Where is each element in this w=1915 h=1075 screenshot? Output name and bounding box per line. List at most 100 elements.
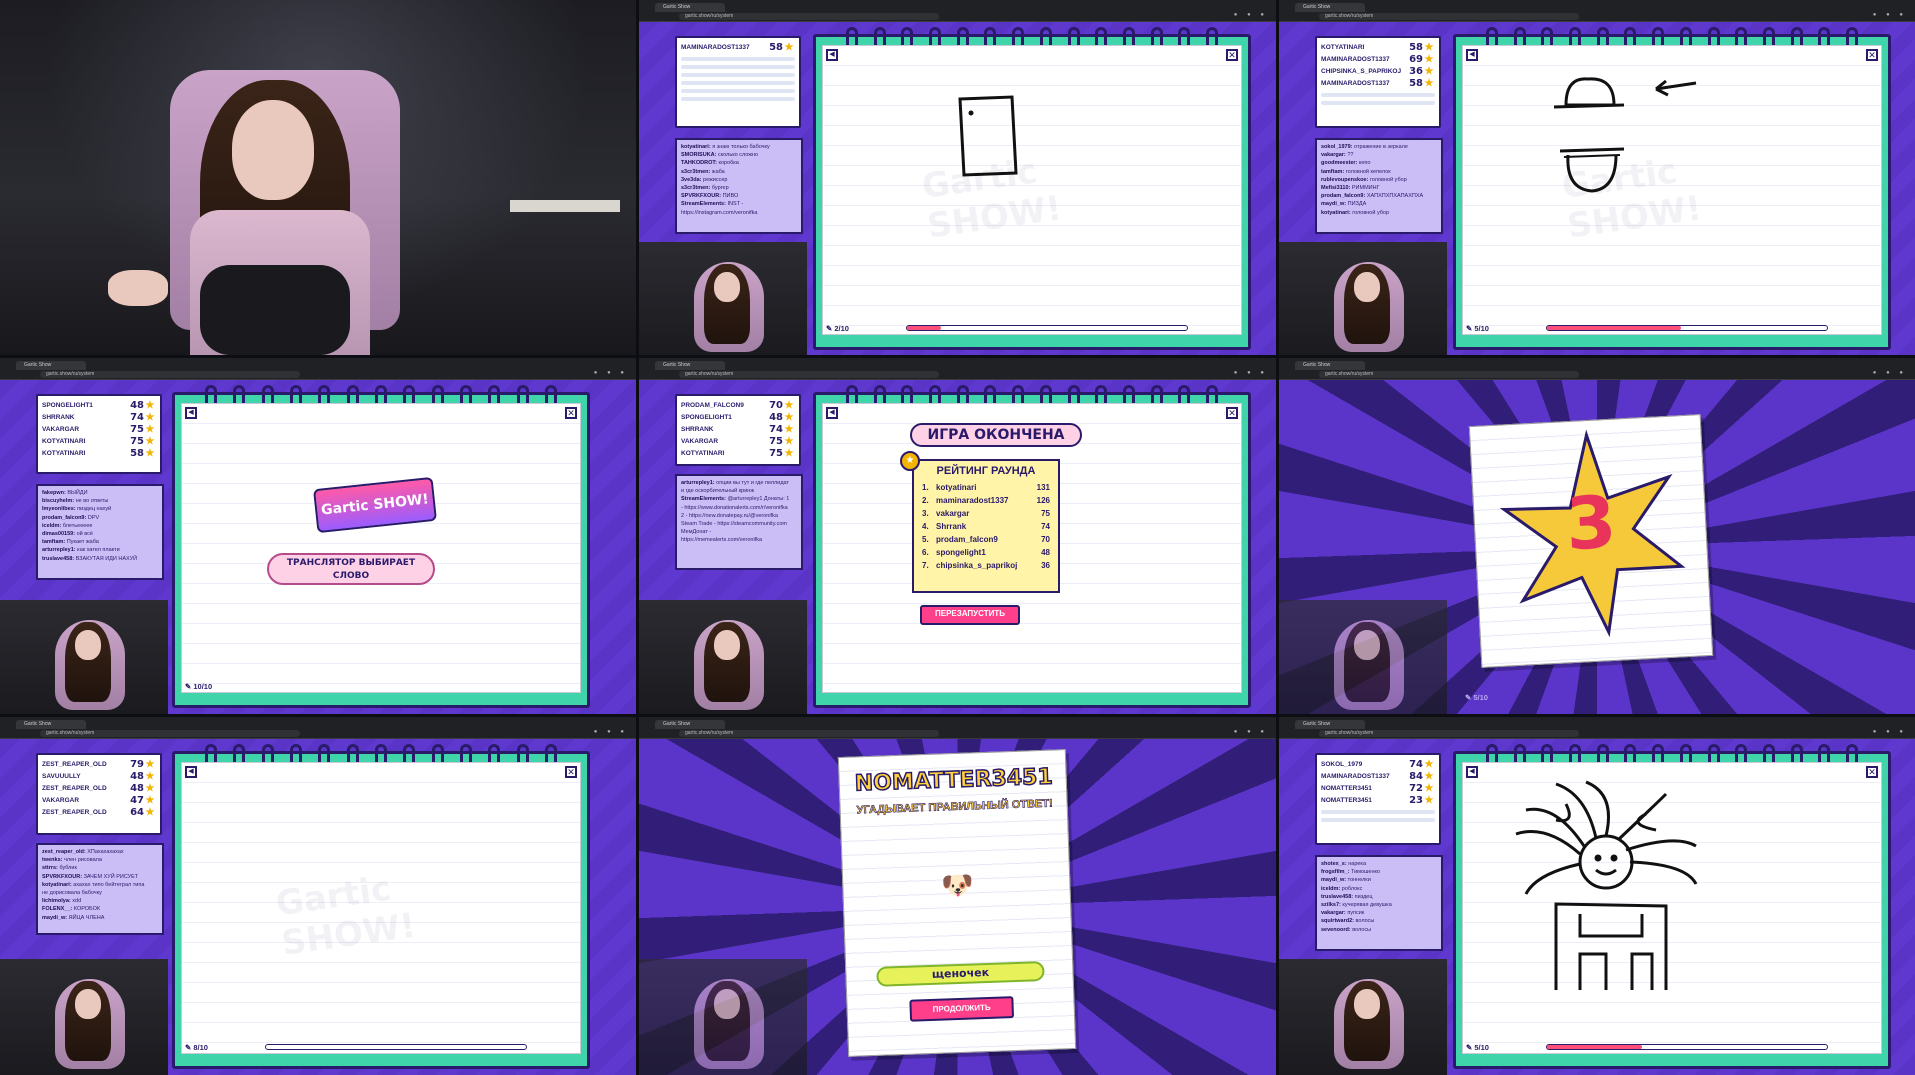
chat-panel: fakepwn: ВЫЙДИ biscuyhelm: не во ответы … [36, 484, 164, 580]
webcam-mini [639, 959, 807, 1075]
ranking-row: 5. prodam_falcon9 70 [922, 535, 1050, 544]
star-icon: ★ [784, 435, 794, 447]
game-tile-countdown: Gartic Show gartic.show/ru/system ● ● ● 3 … [1279, 358, 1915, 714]
address-bar[interactable]: gartic.show/ru/system [679, 13, 939, 20]
winner-subtitle: УГАДЫВАЕТ ПРАВИЛЬНЫЙ ОТВЕТ! [856, 797, 1053, 817]
webcam-mini [639, 600, 807, 714]
volume-icon[interactable]: ◀ [185, 407, 197, 419]
round-counter: ✎ 5/10 [1466, 324, 1489, 333]
chat-panel: sokol_1979: отражение в зеркале vakargar… [1315, 138, 1443, 234]
status-banner: ТРАНСЛЯТОР ВЫБИРАЕТ СЛОВО [267, 553, 435, 585]
star-icon: ★ [1424, 794, 1434, 806]
star-icon: ★ [1424, 758, 1434, 770]
ranking-row: 1. kotyatinari 131 [922, 483, 1050, 492]
webcam-mini [1279, 242, 1447, 355]
ranking-row: 2. maminaradost1337 126 [922, 496, 1050, 505]
browser-tab[interactable]: Gartic Show [655, 361, 725, 370]
star-icon: ★ [145, 399, 155, 411]
ranking-row: 6. spongelight1 48 [922, 548, 1050, 557]
close-icon[interactable]: ✕ [1226, 407, 1238, 419]
drawing-board: ◀ ✕ ИГРА ОКОНЧЕНА РЕЙТИНГ РАУНДА 1. kotya… [813, 385, 1251, 708]
countdown-card: 3 [1468, 414, 1714, 668]
browser-tab[interactable]: Gartic Show [655, 720, 725, 729]
winner-name: NOMATTER3451 [854, 764, 1054, 797]
drawing-canvas[interactable] [816, 37, 1248, 345]
star-icon: ★ [1424, 65, 1434, 77]
address-bar[interactable]: gartic.show/ru/system [40, 371, 300, 378]
browser-tab[interactable]: Gartic Show [16, 720, 86, 729]
star-icon: ★ [1424, 53, 1434, 65]
chat-panel: kotyatinari: я знаю только бабочку SMORI… [675, 138, 803, 234]
chat-panel: zest_reaper_old: ХПахахахахах twenks: чл… [36, 843, 164, 935]
chat-panel: shotex_s: нарека frogsfilm_: Тимошенко m… [1315, 855, 1443, 951]
star-icon: ★ [145, 447, 155, 459]
star-icon: ★ [1424, 770, 1434, 782]
address-bar[interactable]: gartic.show/ru/system [679, 371, 939, 378]
round-counter: ✎ 5/10 [1466, 1043, 1489, 1052]
browser-chrome: Gartic Show gartic.show/ru/system ● ● ● [639, 0, 1276, 22]
round-counter: ✎ 8/10 [185, 1043, 208, 1052]
browser-tab[interactable]: Gartic Show [1295, 3, 1365, 12]
webcam-mini [1279, 959, 1447, 1075]
scoreboard: PRODAM_FALCON9 70 ★ SPONGELIGHT1 48 ★ SHRRAN… [675, 394, 801, 466]
game-tile-choosing-word: Gartic Show gartic.show/ru/system ● ● ● SP… [0, 358, 636, 714]
puppy-icon: 🐶 [940, 869, 975, 901]
star-icon: ★ [784, 447, 794, 459]
star-icon: ★ [784, 423, 794, 435]
star-icon: ★ [145, 782, 155, 794]
drawing-canvas[interactable] [1456, 754, 1888, 1066]
browser-menu-icon[interactable]: ● ● ● [1873, 12, 1907, 18]
continue-button[interactable]: ПРОДОЛЖИТЬ [909, 996, 1015, 1022]
star-icon: ★ [145, 758, 155, 770]
browser-tab[interactable]: Gartic Show [655, 3, 725, 12]
star-icon: ★ [1424, 77, 1434, 89]
restart-button[interactable]: ПЕРЕЗАПУСТИТЬ [920, 605, 1020, 625]
answer-banner: щеночек [876, 960, 1045, 987]
address-bar[interactable]: gartic.show/ru/system [1319, 13, 1579, 20]
browser-tab[interactable]: Gartic Show [16, 361, 86, 370]
star-icon: ★ [1424, 782, 1434, 794]
game-tile-drawing-hair: Gartic Show gartic.show/ru/system ● ● ● SO… [1279, 717, 1915, 1075]
browser-tab[interactable]: Gartic Show [1295, 361, 1365, 370]
trophy-icon: ★ [900, 451, 920, 471]
browser-menu-icon[interactable]: ● ● ● [1873, 370, 1907, 376]
countdown-number: 3 [1563, 479, 1619, 567]
ranking-row: 7. chipsinka_s_paprikoj 36 [922, 561, 1050, 570]
browser-menu-icon[interactable]: ● ● ● [594, 370, 628, 376]
address-bar[interactable]: gartic.show/ru/system [679, 730, 939, 737]
browser-menu-icon[interactable]: ● ● ● [594, 729, 628, 735]
timer-bar [265, 1044, 527, 1050]
browser-menu-icon[interactable]: ● ● ● [1234, 370, 1268, 376]
star-icon: ★ [145, 770, 155, 782]
star-icon: ★ [1424, 41, 1434, 53]
game-tile-drawing-hat: Gartic Show gartic.show/ru/system ● ● ● KO… [1279, 0, 1915, 355]
drawing-board: ◀ ✕ Gartic SHOW! ✎ 8/10 [172, 744, 590, 1069]
address-bar[interactable]: gartic.show/ru/system [1319, 730, 1579, 737]
close-icon[interactable]: ✕ [565, 407, 577, 419]
chat-panel: arturrepley1: опции вы тут и где пеллида… [675, 474, 803, 570]
star-icon: ★ [145, 794, 155, 806]
volume-icon[interactable]: ◀ [826, 407, 838, 419]
video-mosaic: Gartic Show gartic.show/ru/system ● ● ● … [0, 0, 1915, 1075]
timer-bar [1546, 325, 1828, 331]
browser-menu-icon[interactable]: ● ● ● [1873, 729, 1907, 735]
star-icon: ★ [784, 399, 794, 411]
address-bar[interactable]: gartic.show/ru/system [40, 730, 300, 737]
drawing-canvas[interactable] [181, 762, 581, 1036]
round-counter: ✎ 5/10 [1465, 693, 1488, 702]
drawing-board: ◀ ✕ Gartic SHOW! ✎ 2/10 [813, 27, 1251, 350]
drawing-board: ◀ ✕ Gartic SHOW! ✎ 5/10 [1453, 27, 1891, 350]
scoreboard: MAMINARADOST1337 58 ★ [675, 36, 801, 128]
game-over-title: ИГРА ОКОНЧЕНА [910, 423, 1082, 447]
browser-tab[interactable]: Gartic Show [1295, 720, 1365, 729]
ranking-row: 3. vakargar 75 [922, 509, 1050, 518]
scoreboard: ZEST_REAPER_OLD 79 ★ SAVUUULLY 48 ★ ZEST_REA… [36, 753, 162, 835]
address-bar[interactable]: gartic.show/ru/system [1319, 371, 1579, 378]
browser-menu-icon[interactable]: ● ● ● [1234, 729, 1268, 735]
timer-bar [1546, 1044, 1828, 1050]
round-counter: ✎ 10/10 [185, 682, 213, 691]
drawing-canvas[interactable] [1456, 37, 1888, 345]
webcam-mini [0, 600, 168, 714]
star-icon: ★ [145, 411, 155, 423]
browser-menu-icon[interactable]: ● ● ● [1234, 12, 1268, 18]
